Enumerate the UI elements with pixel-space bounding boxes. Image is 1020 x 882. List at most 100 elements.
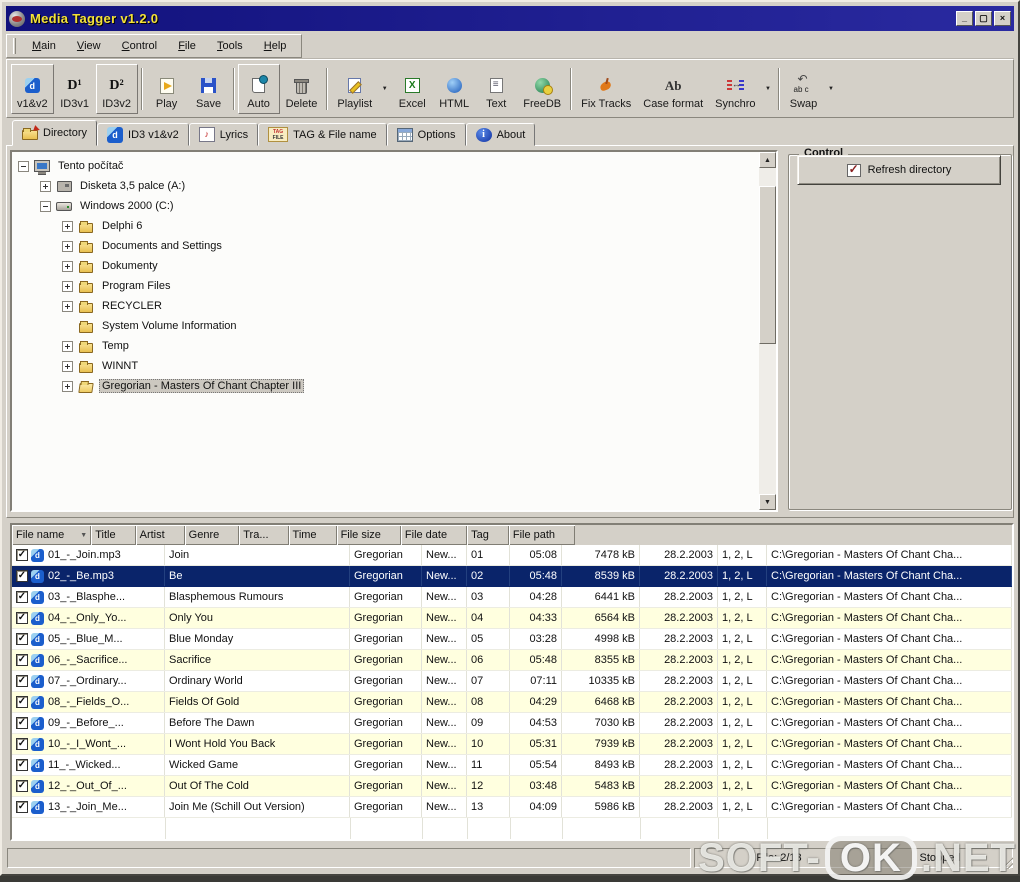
column-header[interactable]: Tag (467, 525, 509, 545)
id3v1-icon[interactable]: ID3v1 (54, 64, 96, 114)
tree-item[interactable]: Windows 2000 (C:) (12, 196, 759, 216)
scrollbar-thumb[interactable] (759, 186, 776, 344)
text-icon[interactable]: Text (475, 64, 517, 114)
tree-item[interactable]: Temp (12, 336, 759, 356)
tree-expander[interactable] (40, 200, 51, 212)
delete-icon[interactable]: Delete (280, 64, 324, 114)
menu-item[interactable]: Help (255, 37, 296, 55)
table-row[interactable]: 13_-_Join_Me... Join Me (Schill Out Vers… (12, 797, 1012, 818)
tab-directory[interactable]: Directory (12, 120, 98, 146)
tree-expander[interactable] (62, 280, 73, 292)
table-row[interactable]: 05_-_Blue_M... Blue Monday Gregorian New… (12, 629, 1012, 650)
tree-expander[interactable] (18, 160, 29, 172)
column-header[interactable]: File size (337, 525, 401, 545)
row-checkbox[interactable] (16, 801, 28, 813)
row-checkbox[interactable] (16, 612, 28, 624)
table-row[interactable]: 02_-_Be.mp3 Be Gregorian New... 02 05:48… (12, 566, 1012, 587)
tree-expander[interactable] (62, 300, 73, 312)
tree-expander[interactable] (62, 380, 73, 392)
tab-lyrics[interactable]: Lyrics (188, 123, 259, 146)
table-row[interactable]: 07_-_Ordinary... Ordinary World Gregoria… (12, 671, 1012, 692)
swap-dropdown-arrow[interactable] (825, 66, 838, 112)
column-header[interactable]: File date (401, 525, 467, 545)
row-checkbox[interactable] (16, 549, 28, 561)
scroll-down-arrow-icon[interactable]: ▼ (759, 494, 776, 510)
column-header[interactable]: File name ▼ (12, 525, 91, 545)
tree-item[interactable]: Dokumenty (12, 256, 759, 276)
row-checkbox[interactable] (16, 654, 28, 666)
close-button[interactable]: × (994, 11, 1011, 26)
toolbar-separator[interactable] (570, 67, 573, 110)
row-checkbox[interactable] (16, 675, 28, 687)
column-header[interactable]: File path (509, 525, 575, 545)
table-row[interactable]: 03_-_Blasphe... Blasphemous Rumours Greg… (12, 587, 1012, 608)
tab-id3-v1v2[interactable]: ID3 v1&v2 (97, 123, 189, 146)
row-checkbox[interactable] (16, 738, 28, 750)
table-row[interactable]: 09_-_Before_... Before The Dawn Gregoria… (12, 713, 1012, 734)
tree-expander[interactable] (62, 340, 73, 352)
table-row[interactable]: 11_-_Wicked... Wicked Game Gregorian New… (12, 755, 1012, 776)
maximize-button[interactable]: ▢ (975, 11, 992, 26)
table-row[interactable]: 08_-_Fields_O... Fields Of Gold Gregoria… (12, 692, 1012, 713)
tree-item[interactable]: RECYCLER (12, 296, 759, 316)
menu-item[interactable]: View (68, 37, 110, 55)
column-header[interactable]: Time (289, 525, 337, 545)
table-row[interactable]: 04_-_Only_Yo... Only You Gregorian New..… (12, 608, 1012, 629)
tree-scrollbar[interactable]: ▲ ▼ (759, 152, 776, 510)
tree-item[interactable]: System Volume Information (12, 316, 759, 336)
tree-item[interactable]: Gregorian - Masters Of Chant Chapter III (12, 376, 759, 396)
row-checkbox[interactable] (16, 633, 28, 645)
playlist-icon[interactable]: Playlist (331, 64, 378, 114)
synchro-icon[interactable]: Synchro (709, 64, 761, 114)
tree-item[interactable]: Delphi 6 (12, 216, 759, 236)
refresh-directory-button[interactable]: Refresh directory (797, 155, 1001, 185)
toolbar-separator[interactable] (140, 67, 143, 110)
table-row[interactable]: 10_-_I_Wont_... I Wont Hold You Back Gre… (12, 734, 1012, 755)
fix-tracks-icon[interactable]: Fix Tracks (575, 64, 637, 114)
toolbar-separator[interactable] (232, 67, 235, 110)
scroll-up-arrow-icon[interactable]: ▲ (759, 152, 776, 168)
html-icon[interactable]: HTML (433, 64, 475, 114)
row-checkbox[interactable] (16, 717, 28, 729)
tree-item[interactable]: Disketa 3,5 palce (A:) (12, 176, 759, 196)
table-row[interactable]: 06_-_Sacrifice... Sacrifice Gregorian Ne… (12, 650, 1012, 671)
tree-expander[interactable] (62, 360, 73, 372)
case-format-icon[interactable]: Case format (637, 64, 709, 114)
row-checkbox[interactable] (16, 780, 28, 792)
menu-item[interactable]: File (169, 37, 205, 55)
excel-icon[interactable]: Excel (391, 64, 433, 114)
tree-item[interactable]: Tento počítač (12, 156, 759, 176)
save-icon[interactable]: Save (188, 64, 230, 114)
menu-item[interactable]: Tools (208, 37, 252, 55)
play-icon[interactable]: Play (146, 64, 188, 114)
tab-options[interactable]: Options (386, 123, 466, 146)
tree-expander[interactable] (62, 260, 73, 272)
menu-item[interactable]: Control (113, 37, 166, 55)
id3v2-icon[interactable]: ID3v2 (95, 63, 138, 114)
column-header[interactable]: Artist (136, 525, 185, 545)
column-header[interactable]: Genre (185, 525, 240, 545)
table-row[interactable]: 01_-_Join.mp3 Join Gregorian New... 01 0… (12, 545, 1012, 566)
tree-expander[interactable] (40, 180, 51, 192)
toolbar-separator[interactable] (326, 67, 329, 110)
tree-item[interactable]: Documents and Settings (12, 236, 759, 256)
tree-item[interactable]: Program Files (12, 276, 759, 296)
column-header[interactable]: Tra... (239, 525, 288, 545)
tree-item[interactable]: WINNT (12, 356, 759, 376)
row-checkbox[interactable] (16, 591, 28, 603)
synchro-dropdown-arrow[interactable] (762, 66, 775, 112)
menu-item[interactable]: Main (23, 37, 65, 55)
table-row[interactable]: 12_-_Out_Of_... Out Of The Cold Gregoria… (12, 776, 1012, 797)
row-checkbox[interactable] (16, 759, 28, 771)
row-checkbox[interactable] (16, 570, 28, 582)
tree-expander[interactable] (62, 240, 73, 252)
tab-tag-file-name[interactable]: TAG & File name (258, 123, 387, 146)
swap-icon[interactable]: Swap (783, 64, 825, 114)
column-header[interactable]: Title (91, 525, 135, 545)
v1v2-icon[interactable]: v1&v2 (11, 63, 54, 114)
minimize-button[interactable]: _ (956, 11, 973, 26)
tab-about[interactable]: About (465, 123, 536, 146)
toolbar-separator[interactable] (777, 67, 780, 110)
row-checkbox[interactable] (16, 696, 28, 708)
tree-expander[interactable] (62, 220, 73, 232)
